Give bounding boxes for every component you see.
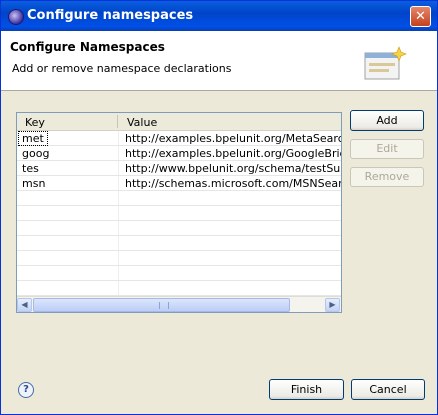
cell-value: http://examples.bpelunit.org/GoogleBridg… [125,147,342,160]
cell-key: msn [22,177,46,190]
table-row[interactable]: goog http://examples.bpelunit.org/Google… [17,146,341,161]
cell-value: http://schemas.microsoft.com/MSNSearch/2… [125,177,342,190]
empty-row [17,266,341,281]
table-row[interactable]: tes http://www.bpelunit.org/schema/testS… [17,161,341,176]
add-button[interactable]: Add [350,110,424,131]
remove-button[interactable]: Remove [350,167,424,187]
empty-row [17,221,341,236]
scrollbar-thumb[interactable] [33,298,290,312]
empty-row [17,251,341,266]
cell-value: http://examples.bpelunit.org/MetaSearch [125,132,342,145]
table-header: Key Value [17,113,341,131]
window-title: Configure namespaces [27,8,194,23]
page-description: Add or remove namespace declarations [12,62,232,75]
title-bar[interactable]: Configure namespaces ✕ [1,1,437,31]
cell-key: met [18,131,48,146]
column-divider[interactable] [117,115,118,128]
close-button[interactable]: ✕ [410,6,431,27]
empty-row [17,281,341,296]
table-row[interactable]: met http://examples.bpelunit.org/MetaSea… [17,131,341,146]
cancel-button[interactable]: Cancel [351,379,425,400]
empty-row [17,191,341,206]
dialog-window: Configure namespaces ✕ Configure Namespa… [0,0,438,415]
table-row[interactable]: msn http://schemas.microsoft.com/MSNSear… [17,176,341,191]
eclipse-icon [8,9,24,25]
page-title: Configure Namespaces [10,40,165,54]
column-header-key[interactable]: Key [25,116,45,129]
wizard-banner-icon [364,46,407,80]
cell-value: http://www.bpelunit.org/schema/testSuite [125,162,342,175]
scroll-left-button[interactable]: ◀ [17,298,32,312]
empty-row [17,206,341,221]
finish-button[interactable]: Finish [269,379,344,400]
scroll-right-button[interactable]: ▶ [325,298,340,312]
empty-row [17,236,341,251]
column-header-value[interactable]: Value [127,116,157,129]
namespaces-table[interactable]: Key Value met http://examples.bpelunit.o… [16,112,342,313]
cell-key: goog [22,147,50,160]
horizontal-scrollbar[interactable]: ◀ ▶ [17,296,341,312]
grip-icon [159,302,169,309]
cell-key: tes [22,162,39,175]
edit-button[interactable]: Edit [350,139,424,159]
help-icon[interactable]: ? [18,382,34,398]
